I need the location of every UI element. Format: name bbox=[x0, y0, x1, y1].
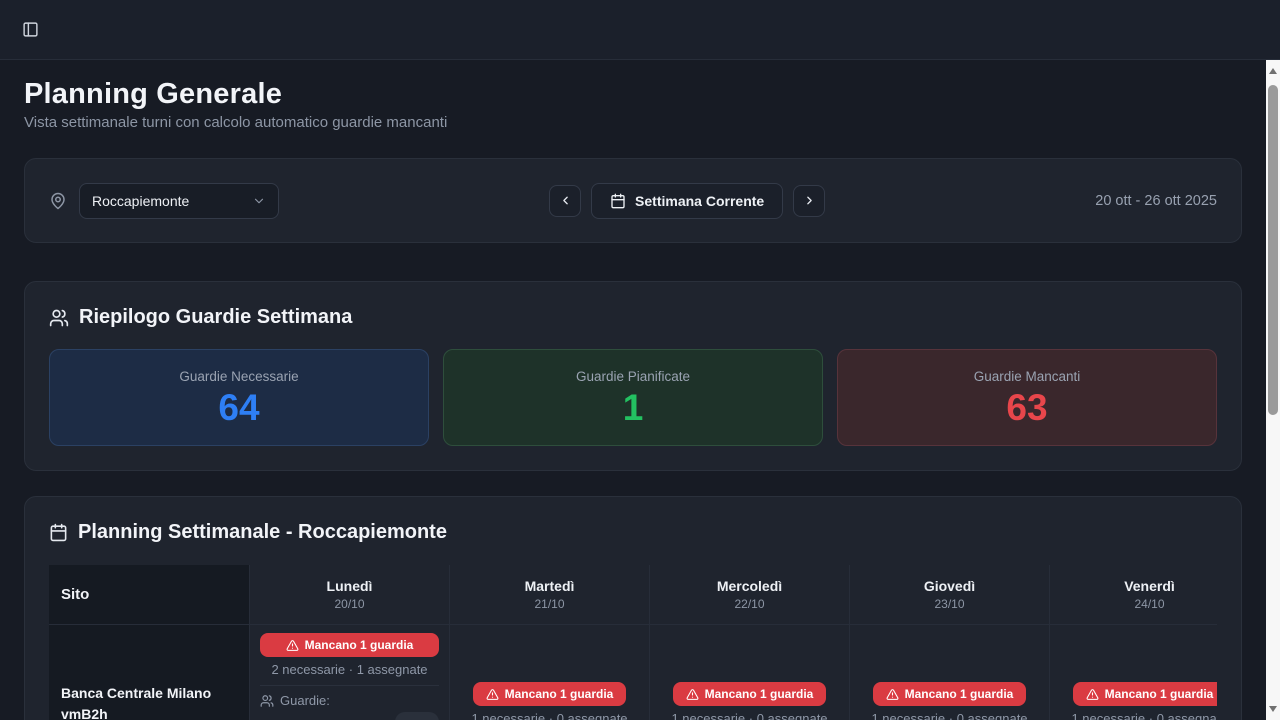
guard-counts: 1 necessarie · 0 assegnate bbox=[671, 711, 827, 720]
scrollbar-thumb[interactable] bbox=[1268, 85, 1278, 415]
divider bbox=[260, 685, 439, 686]
location-select[interactable]: Roccapiemonte bbox=[79, 183, 279, 219]
column-header-wednesday: Mercoledì 22/10 bbox=[649, 565, 849, 624]
shift-cell-thursday: Mancano 1 guardia 1 necessarie · 0 asseg… bbox=[849, 625, 1049, 720]
page-subtitle: Vista settimanale turni con calcolo auto… bbox=[24, 114, 1242, 131]
warning-triangle-icon bbox=[286, 639, 299, 652]
scroll-up-arrow[interactable] bbox=[1269, 68, 1277, 74]
map-pin-icon bbox=[49, 192, 67, 210]
missing-guard-badge: Mancano 1 guardia bbox=[473, 682, 627, 706]
panel-left-icon bbox=[22, 21, 39, 38]
shift-cell-monday: Mancano 1 guardia 2 necessarie · 1 asseg… bbox=[249, 625, 449, 720]
main-content: Planning Generale Vista settimanale turn… bbox=[0, 61, 1266, 720]
page-title: Planning Generale bbox=[24, 78, 1242, 111]
table-header-row: Sito Lunedì 20/10 Martedì 21/10 Mercoled… bbox=[49, 565, 1217, 625]
column-header-site: Sito bbox=[49, 565, 249, 624]
guard-counts: 1 necessarie · 0 assegnate bbox=[1071, 711, 1217, 720]
site-name-cell: Banca Centrale Milano vmB2h_ bbox=[49, 625, 249, 720]
planning-table: Sito Lunedì 20/10 Martedì 21/10 Mercoled… bbox=[49, 565, 1217, 720]
vertical-scrollbar[interactable] bbox=[1266, 60, 1280, 720]
missing-guard-badge: Mancano 1 guardia bbox=[673, 682, 827, 706]
site-name: Banca Centrale Milano vmB2h_ bbox=[61, 683, 237, 720]
missing-guard-badge: Mancano 1 guardia bbox=[1073, 682, 1217, 706]
calendar-icon bbox=[49, 523, 68, 542]
guards-label: Guardie: bbox=[280, 693, 330, 708]
missing-guard-badge: Mancano 1 guardia bbox=[260, 633, 439, 657]
chevron-down-icon bbox=[252, 194, 266, 208]
current-week-button[interactable]: Settimana Corrente bbox=[591, 183, 783, 219]
shift-cell-friday: Mancano 1 guardia 1 necessarie · 0 asseg… bbox=[1049, 625, 1217, 720]
missing-guard-badge: Mancano 1 guardia bbox=[873, 682, 1027, 706]
chevron-left-icon bbox=[559, 194, 572, 207]
stat-value: 64 bbox=[50, 387, 428, 429]
current-week-label: Settimana Corrente bbox=[635, 193, 764, 209]
guard-counts: 1 necessarie · 0 assegnate bbox=[871, 711, 1027, 720]
shift-cell-wednesday: Mancano 1 guardia 1 necessarie · 0 asseg… bbox=[649, 625, 849, 720]
topbar bbox=[0, 0, 1280, 60]
warning-triangle-icon bbox=[686, 688, 699, 701]
filter-bar: Roccapiemonte Settimana Corrente bbox=[24, 158, 1242, 243]
users-icon bbox=[260, 694, 274, 708]
stat-value: 1 bbox=[444, 387, 822, 429]
previous-week-button[interactable] bbox=[549, 185, 581, 217]
planning-title: Planning Settimanale - Roccapiemonte bbox=[78, 521, 447, 544]
shift-cell-tuesday: Mancano 1 guardia 1 necessarie · 0 asseg… bbox=[449, 625, 649, 720]
chevron-right-icon bbox=[803, 194, 816, 207]
stat-value: 63 bbox=[838, 387, 1216, 429]
warning-triangle-icon bbox=[1086, 688, 1099, 701]
warning-triangle-icon bbox=[886, 688, 899, 701]
warning-triangle-icon bbox=[486, 688, 499, 701]
stat-label: Guardie Necessarie bbox=[50, 369, 428, 384]
summary-title: Riepilogo Guardie Settimana bbox=[79, 306, 352, 329]
calendar-icon bbox=[610, 193, 626, 209]
next-week-button[interactable] bbox=[793, 185, 825, 217]
stat-guardie-necessarie: Guardie Necessarie 64 bbox=[49, 349, 429, 446]
summary-card: Riepilogo Guardie Settimana Guardie Nece… bbox=[24, 281, 1242, 471]
column-header-monday: Lunedì 20/10 bbox=[249, 565, 449, 624]
guard-counts: 1 necessarie · 0 assegnate bbox=[471, 711, 627, 720]
scroll-down-arrow[interactable] bbox=[1269, 706, 1277, 712]
column-header-tuesday: Martedì 21/10 bbox=[449, 565, 649, 624]
guard-chip[interactable] bbox=[395, 712, 439, 720]
column-header-friday: Venerdì 24/10 bbox=[1049, 565, 1217, 624]
planning-card: Planning Settimanale - Roccapiemonte Sit… bbox=[24, 496, 1242, 720]
guard-counts: 2 necessarie · 1 assegnate bbox=[260, 662, 439, 677]
table-row: Banca Centrale Milano vmB2h_ Mancano 1 g… bbox=[49, 625, 1217, 720]
location-select-value: Roccapiemonte bbox=[92, 193, 189, 209]
users-icon bbox=[49, 308, 69, 328]
week-navigation: Settimana Corrente bbox=[549, 183, 825, 219]
sidebar-toggle-button[interactable] bbox=[14, 14, 46, 46]
column-header-thursday: Giovedì 23/10 bbox=[849, 565, 1049, 624]
stat-guardie-pianificate: Guardie Pianificate 1 bbox=[443, 349, 823, 446]
stat-label: Guardie Mancanti bbox=[838, 369, 1216, 384]
week-date-range: 20 ott - 26 ott 2025 bbox=[1095, 193, 1217, 209]
stat-guardie-mancanti: Guardie Mancanti 63 bbox=[837, 349, 1217, 446]
stat-label: Guardie Pianificate bbox=[444, 369, 822, 384]
